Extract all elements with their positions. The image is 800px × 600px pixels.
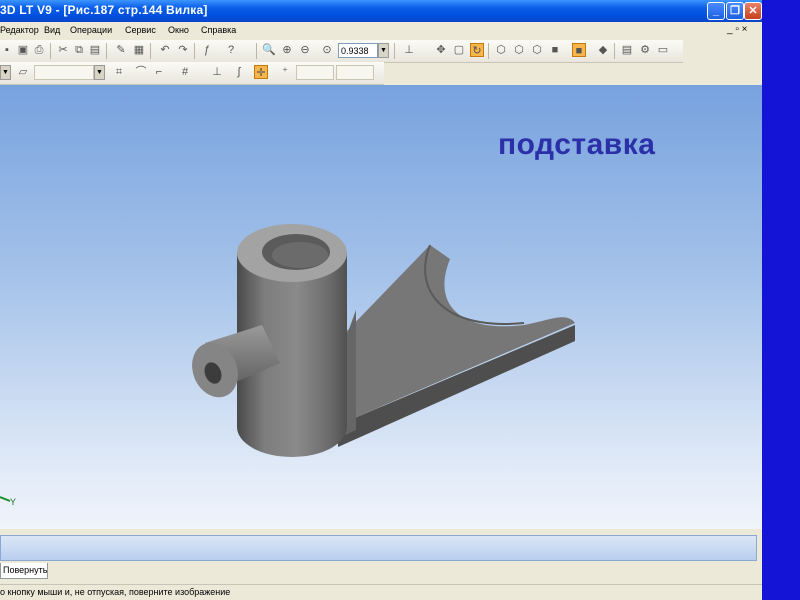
- redo-icon[interactable]: ↷: [176, 43, 190, 57]
- zoom-input[interactable]: 0.9338: [338, 43, 378, 58]
- hidden-lines-icon[interactable]: ⬡: [512, 43, 526, 57]
- thin-lines-icon[interactable]: ⬡: [530, 43, 544, 57]
- menu-window[interactable]: Окно: [168, 25, 189, 35]
- current-state-toolbar: ▼ ▱ ▼ ⌗ ⌒ ⌐ # ⊥ ∫ ✛ ⁺: [0, 62, 384, 85]
- manager-icon[interactable]: ▦: [132, 43, 146, 57]
- layer-field[interactable]: [34, 65, 94, 80]
- restore-icon: ❐: [730, 5, 740, 17]
- shaded-edges-icon[interactable]: ■: [572, 43, 586, 57]
- cursor-position-icon[interactable]: ✛: [254, 65, 268, 79]
- toolbar-separator: [106, 43, 107, 59]
- toolbar-separator: [150, 43, 151, 59]
- curve-icon[interactable]: ∫: [232, 65, 246, 79]
- fit-icon[interactable]: ▢: [452, 43, 466, 57]
- close-icon: ✕: [748, 5, 758, 17]
- title-bar[interactable]: 3D LT V9 - [Рис.187 стр.144 Вилка] _ ❐ ✕: [0, 0, 762, 22]
- menu-help[interactable]: Справка: [201, 25, 236, 35]
- properties-bar[interactable]: [0, 535, 757, 561]
- tree-icon[interactable]: ▤: [620, 43, 634, 57]
- ortho-icon[interactable]: ⌐: [152, 65, 166, 79]
- coordinates-icon[interactable]: ⁺: [278, 65, 292, 79]
- maximize-button[interactable]: ❐: [726, 2, 744, 20]
- window-title: 3D LT V9 - [Рис.187 стр.144 Вилка]: [0, 3, 208, 17]
- grid-icon[interactable]: #: [178, 65, 192, 79]
- cylinder-bore-inner: [272, 242, 328, 268]
- x-coordinate-field[interactable]: [296, 65, 334, 80]
- slide-title: подставка: [498, 128, 656, 161]
- toolbar-separator: [50, 43, 51, 59]
- library-icon[interactable]: ⚙: [638, 43, 652, 57]
- toolbar-separator: [256, 43, 257, 59]
- menu-bar: Редактор Вид Операции Сервис Окно Справк…: [0, 22, 762, 40]
- print-icon[interactable]: ▣: [16, 43, 30, 57]
- axis-y-label: Y: [10, 497, 17, 507]
- zoom-window-icon[interactable]: 🔍: [262, 43, 276, 57]
- tab-rotate[interactable]: Повернуть: [0, 563, 48, 579]
- close-button[interactable]: ✕: [744, 2, 762, 20]
- layer-dropdown[interactable]: ▼: [0, 65, 11, 80]
- properties-icon[interactable]: ✎: [114, 43, 128, 57]
- rotate-icon[interactable]: ↻: [470, 43, 484, 57]
- menu-service[interactable]: Сервис: [125, 25, 156, 35]
- document-window-controls[interactable]: _ ▫ ×: [727, 24, 748, 35]
- toolbar-separator: [194, 43, 195, 59]
- status-bar: о кнопку мыши и, не отпуская, поверните …: [0, 584, 762, 600]
- application-window: 3D LT V9 - [Рис.187 стр.144 Вилка] _ ❐ ✕…: [0, 0, 762, 600]
- minimize-button[interactable]: _: [707, 2, 725, 20]
- zoom-out-icon[interactable]: ⊖: [298, 43, 312, 57]
- perspective-icon[interactable]: ◆: [596, 43, 610, 57]
- toolbar-separator: [394, 43, 395, 59]
- copy-icon[interactable]: ⧉: [72, 43, 86, 57]
- pan-icon[interactable]: ✥: [434, 43, 448, 57]
- zoom-scale-icon[interactable]: ⊙: [320, 43, 334, 57]
- local-cs-icon[interactable]: ⌗: [112, 65, 126, 79]
- menu-view[interactable]: Вид: [44, 25, 60, 35]
- undo-icon[interactable]: ↶: [158, 43, 172, 57]
- minimize-icon: _: [712, 5, 720, 17]
- paste-icon[interactable]: ▤: [88, 43, 102, 57]
- model-viewport[interactable]: подставка Y: [0, 85, 762, 529]
- menu-operations[interactable]: Операции: [70, 25, 112, 35]
- context-help-icon[interactable]: ?: [224, 43, 238, 57]
- standard-toolbar: ▪ ▣ ⎙ ✂ ⧉ ▤ ✎ ▦ ↶ ↷ ƒ ? 🔍 ⊕ ⊖ ⊙ 0.9338 ▼…: [0, 40, 683, 63]
- menu-editor[interactable]: Редактор: [0, 25, 39, 35]
- wireframe-icon[interactable]: ⬡: [494, 43, 508, 57]
- zoom-in-icon[interactable]: ⊕: [280, 43, 294, 57]
- cut-icon[interactable]: ✂: [56, 43, 70, 57]
- toolbar-separator: [488, 43, 489, 59]
- cursor-icon[interactable]: ⊥: [210, 65, 224, 79]
- layer-icon[interactable]: ▱: [16, 65, 30, 79]
- preview-icon[interactable]: ⎙: [32, 43, 46, 57]
- variables-icon[interactable]: ƒ: [200, 43, 214, 57]
- layer-field-dropdown[interactable]: ▼: [94, 65, 105, 80]
- toolbar-separator: [614, 43, 615, 59]
- snap-icon[interactable]: ⌒: [134, 65, 148, 79]
- save-icon[interactable]: ▪: [0, 43, 14, 57]
- zoom-dropdown[interactable]: ▼: [378, 43, 389, 58]
- y-coordinate-field[interactable]: [336, 65, 374, 80]
- orientation-icon[interactable]: ⊥: [402, 43, 416, 57]
- shaded-icon[interactable]: ■: [548, 43, 562, 57]
- fork-plate-top: [335, 245, 575, 422]
- display-icon[interactable]: ▭: [656, 43, 670, 57]
